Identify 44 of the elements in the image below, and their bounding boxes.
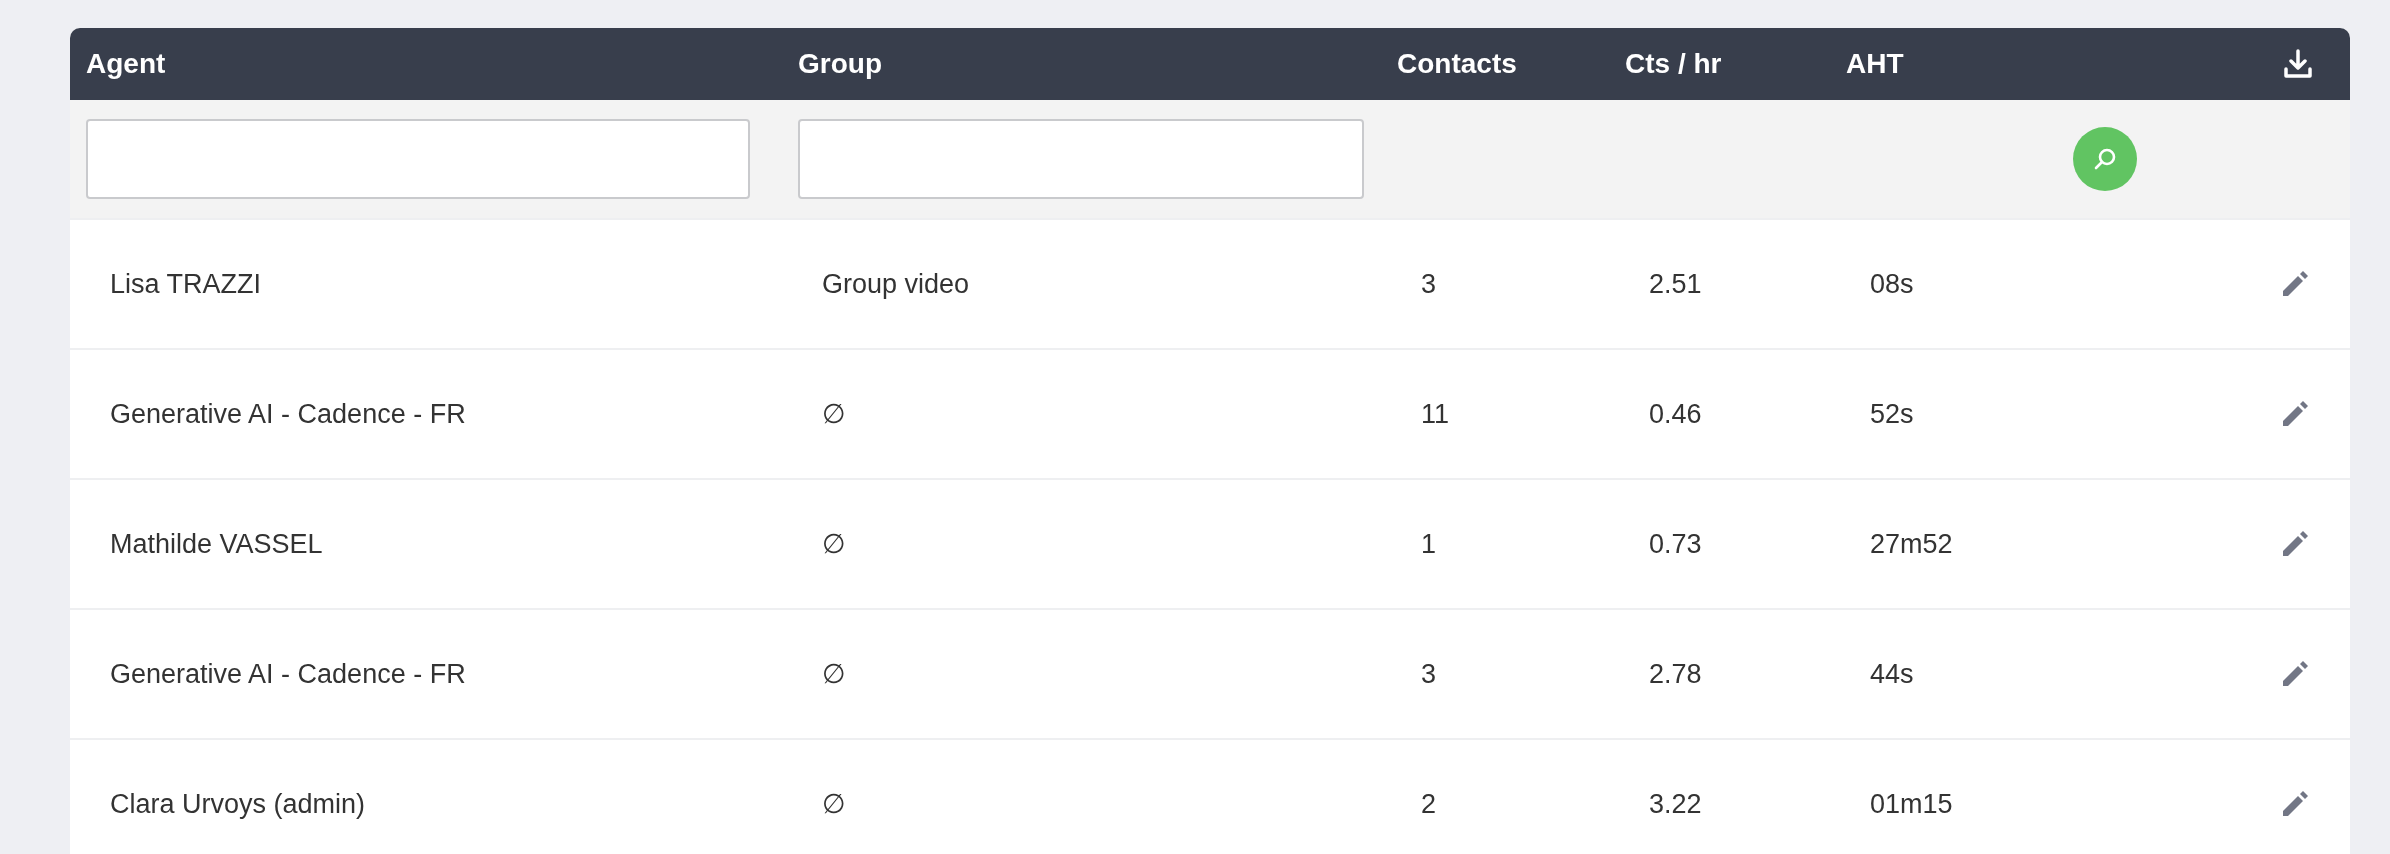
agent-name: Mathilde VASSEL <box>109 528 323 560</box>
group-name: Group video <box>821 268 970 300</box>
edit-button[interactable] <box>2280 659 2310 689</box>
average-handle-time: 44s <box>1869 658 1914 690</box>
contacts-per-hour: 0.46 <box>1648 398 1702 430</box>
pencil-icon <box>2280 399 2310 429</box>
pencil-icon <box>2280 659 2310 689</box>
group-filter-field[interactable] <box>798 119 1364 199</box>
agent-name: Lisa TRAZZI <box>109 268 262 300</box>
contacts-per-hour: 2.78 <box>1648 658 1702 690</box>
contacts-count: 1 <box>1420 528 1437 560</box>
contacts-count: 11 <box>1420 398 1450 430</box>
average-handle-time: 52s <box>1869 398 1914 430</box>
column-header[interactable]: AHT <box>1830 48 1904 80</box>
search-icon <box>2092 146 2118 172</box>
column-header[interactable]: Agent <box>70 48 166 80</box>
column-header[interactable]: Group <box>782 48 882 80</box>
pencil-icon <box>2280 269 2310 299</box>
contacts-per-hour: 3.22 <box>1648 788 1702 820</box>
group-name: ∅ <box>821 528 846 560</box>
edit-button[interactable] <box>2280 789 2310 819</box>
edit-button[interactable] <box>2280 529 2310 559</box>
average-handle-time: 27m52 <box>1869 528 1953 560</box>
pencil-icon <box>2280 789 2310 819</box>
agent-filter-field[interactable] <box>86 119 750 199</box>
contacts-count: 2 <box>1420 788 1437 820</box>
average-handle-time: 08s <box>1869 268 1914 300</box>
contacts-per-hour: 0.73 <box>1648 528 1702 560</box>
edit-button[interactable] <box>2280 399 2310 429</box>
group-name: ∅ <box>821 788 846 820</box>
contacts-count: 3 <box>1420 658 1437 690</box>
group-name: ∅ <box>821 658 846 690</box>
agent-name: Clara Urvoys (admin) <box>109 788 366 820</box>
pencil-icon <box>2280 529 2310 559</box>
edit-button[interactable] <box>2280 269 2310 299</box>
group-name: ∅ <box>821 398 846 430</box>
average-handle-time: 01m15 <box>1869 788 1953 820</box>
column-header[interactable]: Cts / hr <box>1609 48 1722 80</box>
contacts-per-hour: 2.51 <box>1648 268 1702 300</box>
agent-name: Generative AI - Cadence - FR <box>109 398 466 430</box>
download-icon[interactable] <box>2282 48 2314 80</box>
contacts-count: 3 <box>1420 268 1437 300</box>
agent-name: Generative AI - Cadence - FR <box>109 658 466 690</box>
column-header[interactable]: Contacts <box>1381 48 1517 80</box>
